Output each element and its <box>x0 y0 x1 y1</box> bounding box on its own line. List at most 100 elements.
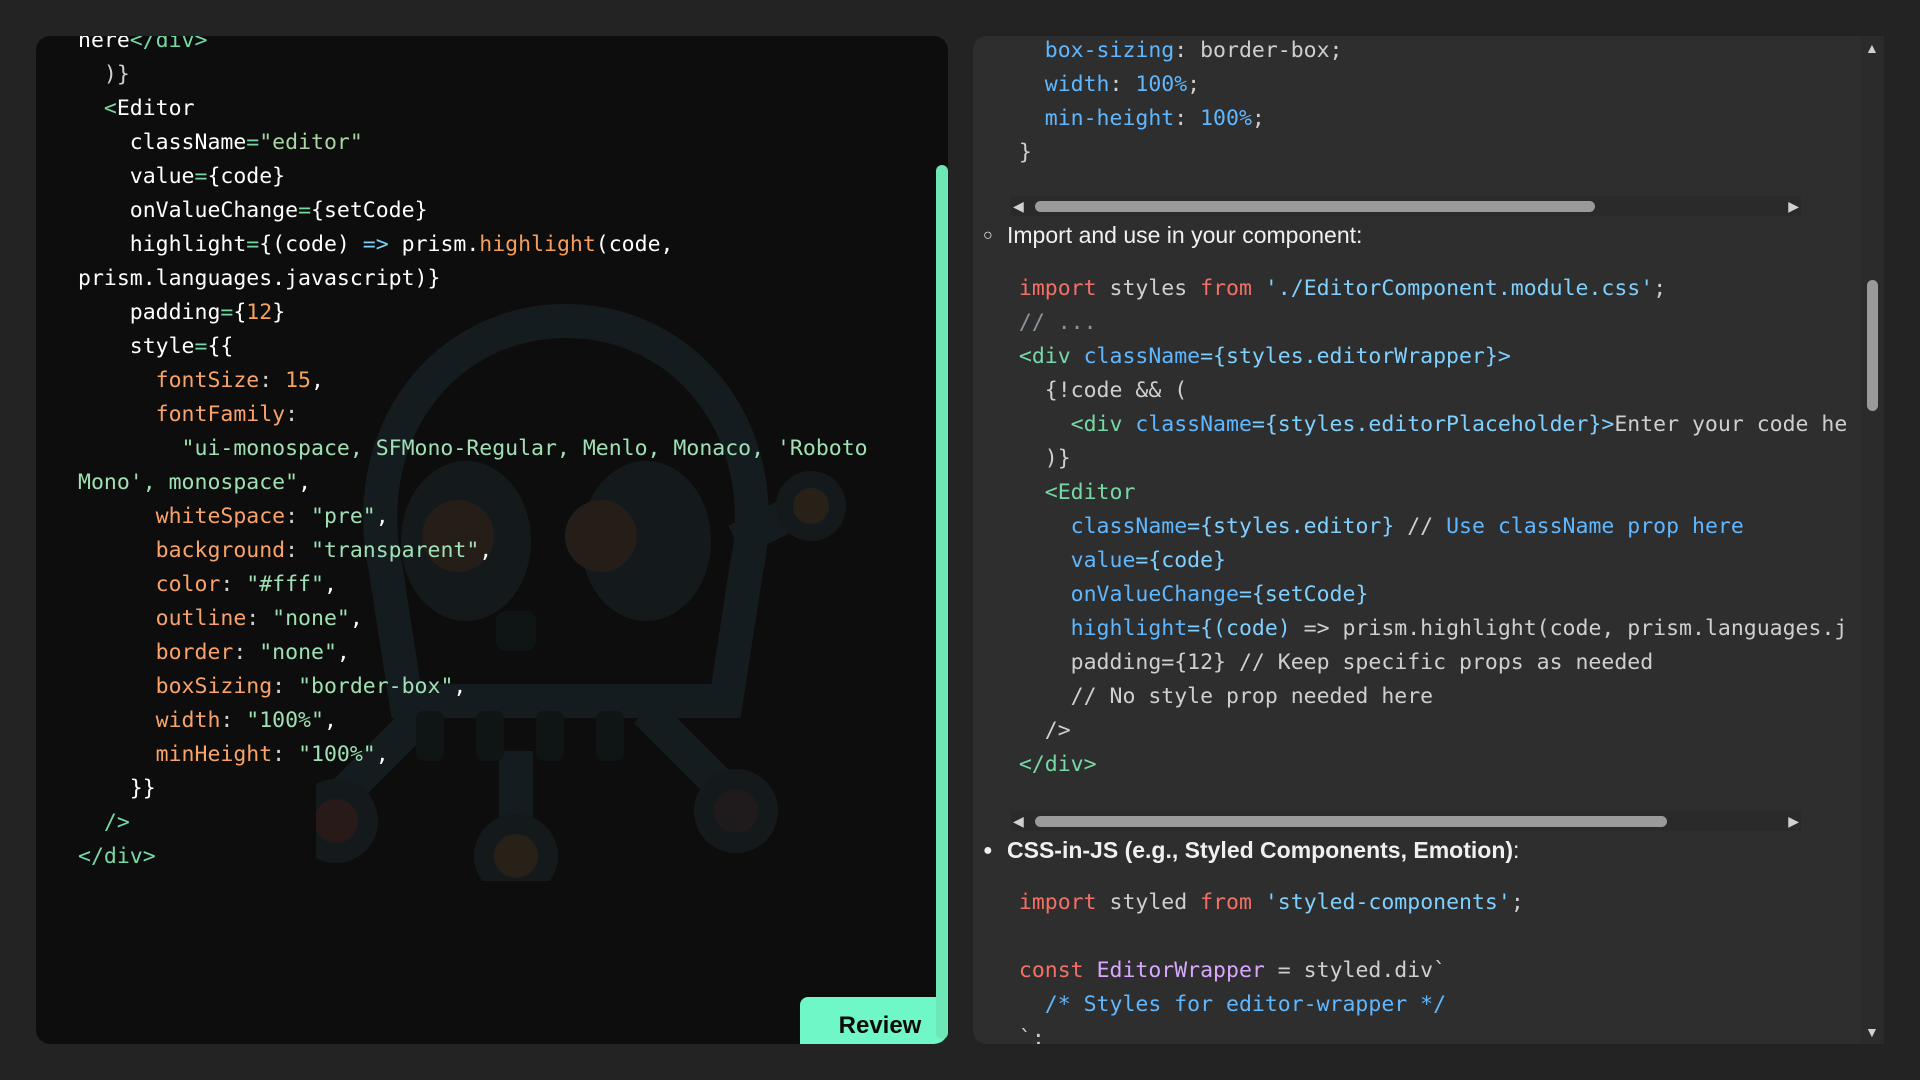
code-token: ; <box>1251 106 1265 131</box>
code-token: , <box>323 572 337 597</box>
code-token: value <box>993 548 1136 573</box>
list-item: ● CSS-in-JS (e.g., Styled Components, Em… <box>983 837 1519 864</box>
list-item-heading-suffix: : <box>1513 837 1520 863</box>
code-line: boxSizing: "border-box", <box>78 670 918 704</box>
code-token: "border-box" <box>298 674 454 699</box>
review-button[interactable]: Review <box>800 997 948 1044</box>
code-token: "editor" <box>259 130 363 155</box>
code-token: ; <box>1187 72 1201 97</box>
code-token: "none" <box>272 606 350 631</box>
code-line: }} <box>78 772 918 806</box>
scroll-up-icon[interactable]: ▲ <box>1865 40 1879 56</box>
code-token: min-height <box>993 106 1175 131</box>
code-token: , <box>375 742 389 767</box>
code-token: className <box>993 514 1188 539</box>
vscroll-thumb[interactable] <box>1867 280 1878 411</box>
code-token: from <box>1200 276 1252 301</box>
code-token: (code, <box>595 232 674 257</box>
editor-scrollbar[interactable] <box>936 165 948 1039</box>
code-editor-panel[interactable]: here</div> )} <Editor className="editor"… <box>36 36 948 1044</box>
code-token: , <box>453 674 467 699</box>
code-token: : <box>220 708 247 733</box>
code-token: prism. <box>388 232 480 257</box>
code-token: = <box>194 334 208 359</box>
hscroll-thumb[interactable] <box>1035 816 1667 827</box>
code-token: './EditorComponent.module.css' <box>1264 276 1654 301</box>
code-token: import <box>993 890 1097 915</box>
code-token: "transparent" <box>311 538 480 563</box>
code-token: Use className prop here <box>1446 514 1744 539</box>
code-token: , <box>311 368 324 393</box>
code-line: "ui-monospace, SFMono-Regular, Menlo, Mo… <box>78 432 918 466</box>
code-token: padding <box>78 300 221 325</box>
code-line: fontFamily: <box>78 398 918 432</box>
code-line: <div className={styles.editorWrapper}> <box>993 340 1847 374</box>
code-token: // ... <box>993 310 1097 335</box>
code-line: <Editor <box>78 92 918 126</box>
code-token: onValueChange <box>78 198 299 223</box>
code-block-jsx: import styles from './EditorComponent.mo… <box>993 272 1847 782</box>
code-line: color: "#fff", <box>78 568 918 602</box>
code-block-styled: import styled from 'styled-components'; … <box>993 886 1524 1044</box>
code-line: /> <box>993 714 1847 748</box>
scroll-left-icon[interactable]: ◀ <box>1013 198 1024 214</box>
code-line: // No style prop needed here <box>993 680 1847 714</box>
code-token: = <box>298 198 312 223</box>
code-token: = <box>220 300 234 325</box>
code-token: styled <box>1096 890 1201 915</box>
code-token: className <box>78 130 247 155</box>
code-line: Mono', monospace", <box>78 466 918 500</box>
code-line: width: 100%; <box>993 68 1343 102</box>
hscroll-thumb[interactable] <box>1035 201 1595 212</box>
code-token: , <box>336 640 350 665</box>
code-line: padding={12} // Keep specific props as n… <box>993 646 1847 680</box>
code-token: EditorWrapper <box>1096 958 1265 983</box>
chat-vertical-scrollbar[interactable]: ▲ ▼ <box>1861 36 1884 1044</box>
code-token: ={styles.editorWrapper}> <box>1200 344 1511 369</box>
scroll-left-icon[interactable]: ◀ <box>1013 813 1024 829</box>
code-token: : <box>285 538 311 563</box>
code-token: } <box>993 140 1032 165</box>
code-token: border <box>78 640 234 665</box>
code-line: fontSize: 15, <box>78 364 918 398</box>
scroll-right-icon[interactable]: ▶ <box>1788 198 1799 214</box>
scroll-down-icon[interactable]: ▼ <box>1865 1024 1879 1040</box>
code-line: onValueChange={setCode} <box>78 194 918 228</box>
code-token: value <box>78 164 195 189</box>
code-token: "100%" <box>246 708 324 733</box>
code-token: "ui-monospace, SFMono-Regular, Menlo, Mo… <box>78 436 868 461</box>
code-token: }} <box>78 776 156 801</box>
code-token: className <box>1135 412 1252 437</box>
code-token: : <box>1109 72 1136 97</box>
code-token: whiteSpace <box>78 504 286 529</box>
code-token: : <box>1174 106 1201 131</box>
code-block-hscrollbar[interactable]: ◀ ▶ <box>1011 811 1801 831</box>
code-token: background <box>78 538 286 563</box>
code-token: = <box>194 164 208 189</box>
code-token: : <box>259 368 286 393</box>
editor-code[interactable]: here</div> )} <Editor className="editor"… <box>78 36 918 874</box>
code-token: /> <box>78 810 130 835</box>
code-token: // No style prop needed here <box>993 684 1434 709</box>
code-token: <div <box>993 412 1136 437</box>
code-token: ={(code) <box>1187 616 1291 641</box>
code-token: highlight <box>993 616 1188 641</box>
code-token: => prism.highlight(code, prism.languages… <box>1290 616 1848 641</box>
code-token: </div> <box>993 752 1097 777</box>
code-token: styles <box>1096 276 1201 301</box>
filled-bullet-icon: ● <box>983 841 993 859</box>
code-token: < <box>103 96 117 121</box>
code-token: : <box>246 606 273 631</box>
code-token: // <box>1394 514 1447 539</box>
code-token: { <box>233 300 247 325</box>
code-block-hscrollbar[interactable]: ◀ ▶ <box>1011 196 1801 216</box>
code-token: <div <box>993 344 1084 369</box>
scroll-right-icon[interactable]: ▶ <box>1788 813 1799 829</box>
code-line: /> <box>78 806 918 840</box>
code-token: fontFamily <box>78 402 286 427</box>
code-token: : <box>272 674 299 699</box>
code-token: : <box>285 402 299 427</box>
